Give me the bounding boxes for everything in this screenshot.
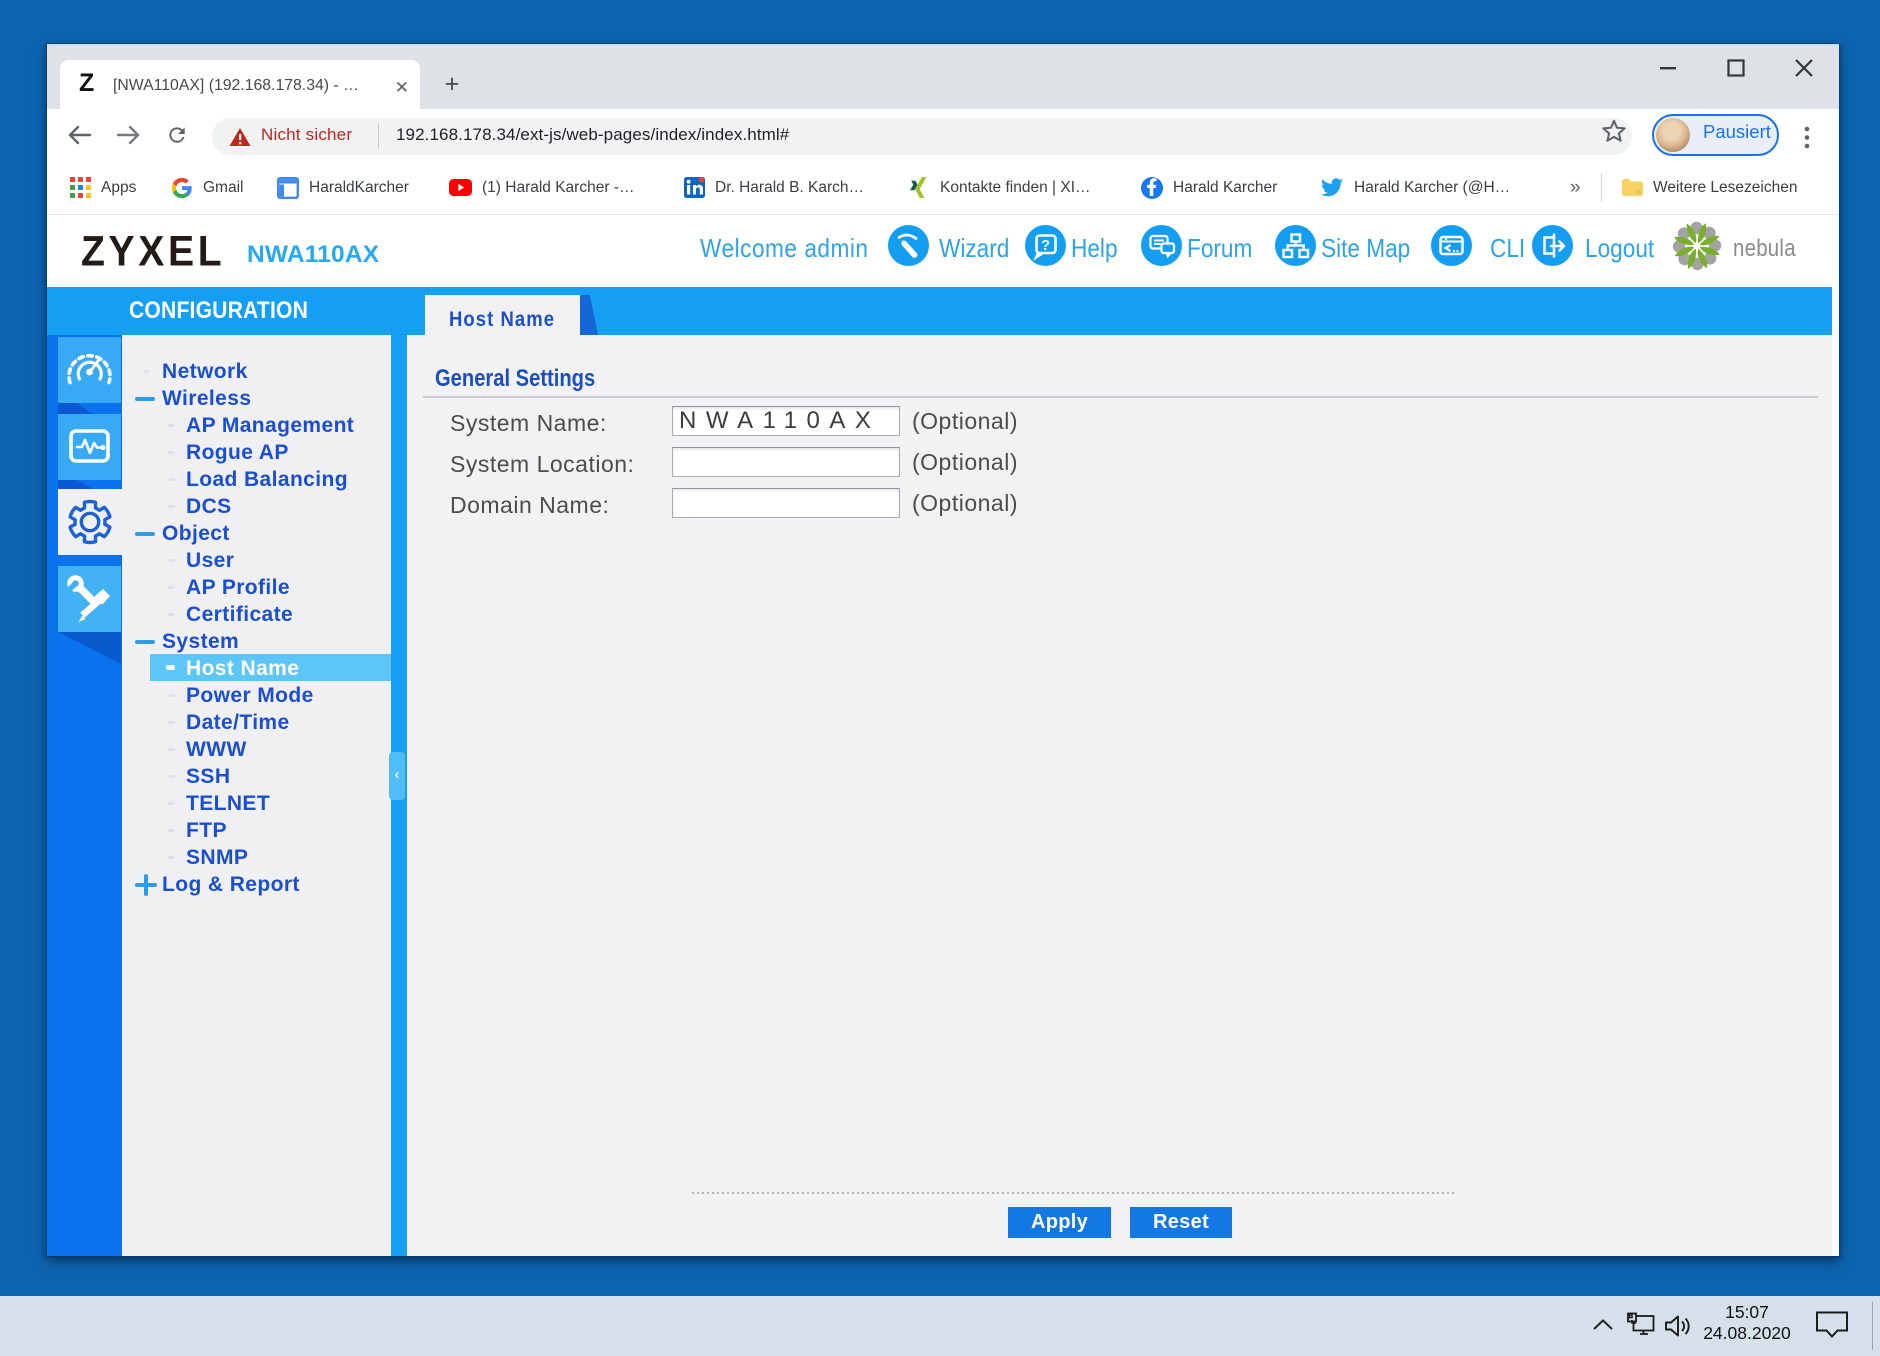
svg-text:?: ? [1041, 238, 1050, 254]
